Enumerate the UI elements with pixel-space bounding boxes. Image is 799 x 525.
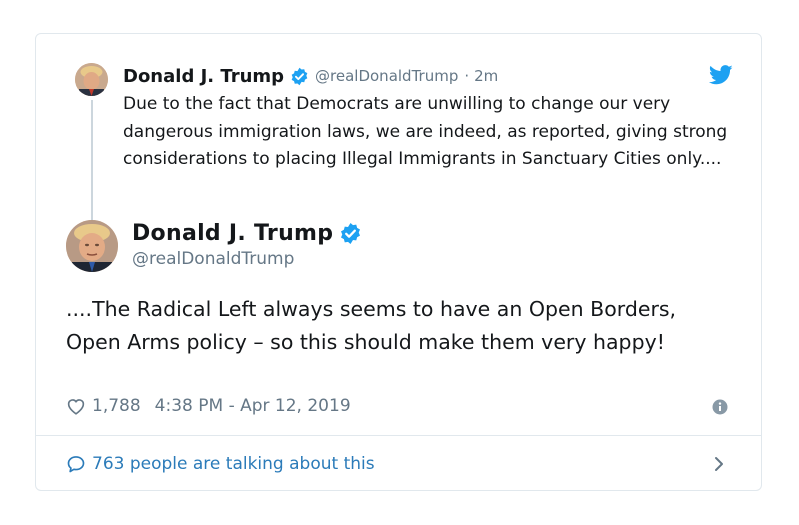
- main-tweet-text: ....The Radical Left always seems to hav…: [66, 297, 677, 354]
- thread-connector-line: [91, 100, 93, 222]
- info-icon[interactable]: [712, 399, 728, 415]
- conversation-link[interactable]: 763 people are talking about this: [66, 452, 731, 476]
- main-author-handle[interactable]: @realDonaldTrump: [132, 249, 294, 269]
- main-avatar[interactable]: [66, 220, 118, 272]
- main-author-row: Donald J. Trump: [132, 221, 362, 246]
- parent-tweet-header: Donald J. Trump @realDonaldTrump · 2m: [123, 64, 498, 88]
- heart-icon[interactable]: [66, 397, 86, 415]
- parent-time-ago[interactable]: 2m: [474, 67, 498, 85]
- twitter-bird-icon[interactable]: [708, 65, 733, 85]
- tweet-timestamp[interactable]: 4:38 PM - Apr 12, 2019: [155, 396, 351, 416]
- parent-author-handle[interactable]: @realDonaldTrump: [315, 67, 458, 85]
- verified-badge-icon: [290, 67, 309, 86]
- parent-tweet-text: Due to the fact that Democrats are unwil…: [123, 94, 728, 169]
- speech-bubble-icon: [66, 454, 86, 474]
- header-separator: ·: [464, 67, 470, 85]
- verified-badge-icon: [339, 222, 362, 245]
- embedded-tweet-card: Donald J. Trump @realDonaldTrump · 2m Du…: [35, 33, 762, 491]
- parent-author-name[interactable]: Donald J. Trump: [123, 66, 284, 87]
- talking-about-label[interactable]: 763 people are talking about this: [92, 454, 375, 474]
- like-count[interactable]: 1,788: [92, 396, 141, 416]
- parent-avatar[interactable]: [75, 63, 108, 96]
- chevron-right-icon[interactable]: [712, 455, 726, 473]
- main-author-name[interactable]: Donald J. Trump: [132, 221, 333, 246]
- footer-divider: [36, 435, 761, 436]
- tweet-meta-row: 1,788 4:38 PM - Apr 12, 2019: [66, 394, 351, 418]
